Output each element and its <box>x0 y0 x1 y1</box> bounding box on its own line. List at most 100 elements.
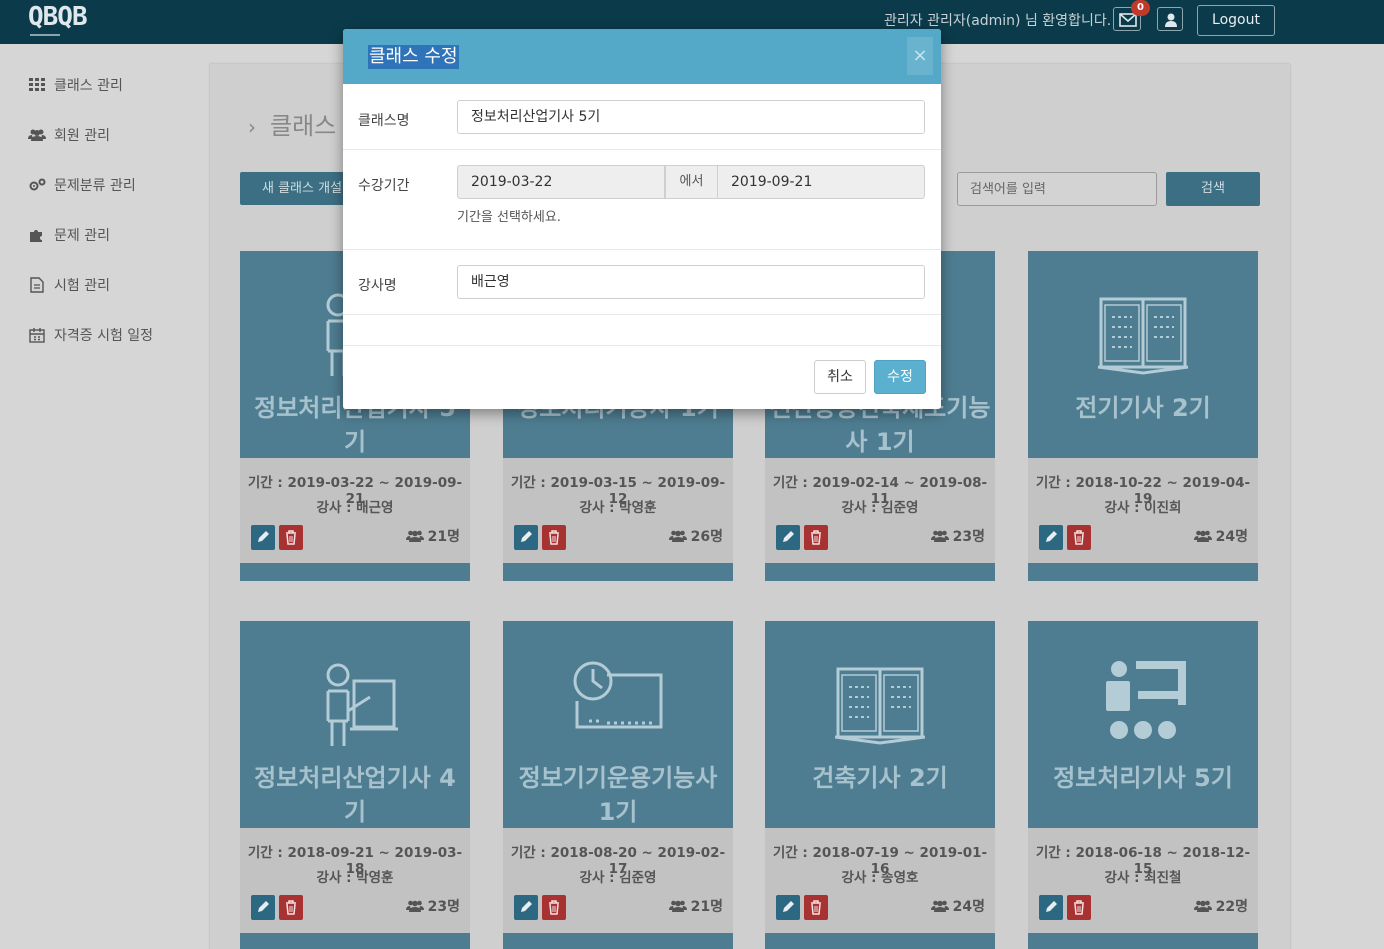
sidebar-item-members[interactable]: 회원 관리 <box>28 123 110 147</box>
teacher-board-icon <box>240 661 470 751</box>
edit-button[interactable] <box>514 895 538 920</box>
sidebar-item-exams[interactable]: 시험 관리 <box>28 273 110 297</box>
member-count: 21명 <box>668 896 723 916</box>
card-thumbnail[interactable]: 전기기사 2기 <box>1028 251 1258 458</box>
book-icon <box>765 661 995 751</box>
logo-underline <box>30 30 60 36</box>
sidebar-item-label: 시험 관리 <box>54 278 110 294</box>
card-footer-bar <box>765 563 995 581</box>
delete-button[interactable] <box>804 525 828 550</box>
sidebar-item-category[interactable]: 문제분류 관리 <box>28 173 136 197</box>
member-count: 23명 <box>405 896 460 916</box>
card-thumbnail[interactable]: 정보처리기사 5기 <box>1028 621 1258 828</box>
page-title: › 클래스 <box>248 112 337 140</box>
divider <box>343 314 941 315</box>
modal-footer-divider <box>343 345 941 346</box>
trash-icon <box>811 900 821 915</box>
sidebar-item-class[interactable]: 클래스 관리 <box>28 73 123 97</box>
users-icon <box>1193 530 1212 542</box>
card-title: 전기기사 2기 <box>1075 394 1211 422</box>
sidebar-item-label: 문제분류 관리 <box>54 178 136 194</box>
card-footer-bar <box>1028 933 1258 949</box>
card-title: 정보처리산업기사 4기 <box>254 764 456 826</box>
member-count: 24명 <box>930 896 985 916</box>
user-button[interactable] <box>1157 7 1183 31</box>
pencil-icon <box>521 901 532 912</box>
gears-icon <box>28 177 46 193</box>
users-icon <box>930 530 949 542</box>
member-count: 23명 <box>930 526 985 546</box>
end-date-field[interactable]: 2019-09-21 <box>717 165 925 199</box>
class-card[interactable]: 전기기사 2기 기간 : 2018-10-22 ~ 2019-04-19 강사 : … <box>1028 251 1258 581</box>
edit-button[interactable] <box>1039 525 1063 550</box>
sidebar-item-questions[interactable]: 문제 관리 <box>28 223 110 247</box>
member-count: 26명 <box>668 526 723 546</box>
divider <box>343 249 941 250</box>
submit-button[interactable]: 수정 <box>874 360 926 394</box>
search-input[interactable] <box>957 172 1157 206</box>
class-name-field[interactable]: 정보처리산업기사 5기 <box>457 100 925 134</box>
card-footer-bar <box>240 933 470 949</box>
class-card[interactable]: 건축기사 2기 기간 : 2018-07-19 ~ 2019-01-16 강사 : … <box>765 621 995 949</box>
card-footer-bar <box>503 933 733 949</box>
search-button[interactable]: 검색 <box>1166 172 1260 206</box>
card-thumbnail[interactable]: 정보처리산업기사 4기 <box>240 621 470 828</box>
edit-button[interactable] <box>251 895 275 920</box>
card-teacher: 강사 : 최진철 <box>1104 870 1182 886</box>
modal-title: 클래스 수정 <box>368 45 459 69</box>
range-separator: 에서 <box>665 165 718 199</box>
member-count: 24명 <box>1193 526 1248 546</box>
delete-button[interactable] <box>1067 525 1091 550</box>
edit-button[interactable] <box>514 525 538 550</box>
card-title: 건축기사 2기 <box>812 764 948 792</box>
edit-button[interactable] <box>776 895 800 920</box>
teacher-field[interactable]: 배근영 <box>457 265 925 299</box>
delete-button[interactable] <box>542 895 566 920</box>
card-teacher: 강사 : 김준영 <box>841 500 919 516</box>
edit-class-modal: 클래스 수정 × 클래스명 정보처리산업기사 5기 수강기간 2019-03-2… <box>343 29 941 409</box>
card-teacher: 강사 : 이진희 <box>1104 500 1182 516</box>
divider <box>343 149 941 150</box>
puzzle-icon <box>28 227 46 243</box>
trash-icon <box>1074 900 1084 915</box>
card-thumbnail[interactable]: 건축기사 2기 <box>765 621 995 828</box>
delete-button[interactable] <box>542 525 566 550</box>
new-class-button[interactable]: 새 클래스 개설 <box>240 172 352 205</box>
class-card[interactable]: 정보기기운용기능사 1기 기간 : 2018-08-20 ~ 2019-02-17… <box>503 621 733 949</box>
logo[interactable]: QBQB <box>28 2 88 32</box>
teacher-label: 강사명 <box>358 278 397 294</box>
class-card[interactable]: 정보처리기사 5기 기간 : 2018-06-18 ~ 2018-12-15 강사 … <box>1028 621 1258 949</box>
pencil-icon <box>521 531 532 542</box>
card-thumbnail[interactable]: 정보기기운용기능사 1기 <box>503 621 733 828</box>
modal-header: 클래스 수정 × <box>343 29 941 84</box>
card-title: 정보기기운용기능사 1기 <box>518 764 718 826</box>
users-icon <box>28 127 46 143</box>
cancel-button[interactable]: 취소 <box>814 360 866 394</box>
card-teacher: 강사 : 배근영 <box>316 500 394 516</box>
sidebar-item-schedule[interactable]: 자격증 시험 일정 <box>28 323 153 347</box>
delete-button[interactable] <box>279 525 303 550</box>
grid-icon <box>28 77 46 93</box>
trash-icon <box>1074 530 1084 545</box>
trash-icon <box>286 900 296 915</box>
trash-icon <box>811 530 821 545</box>
delete-button[interactable] <box>804 895 828 920</box>
edit-button[interactable] <box>776 525 800 550</box>
start-date-field[interactable]: 2019-03-22 <box>457 165 665 199</box>
class-card[interactable]: 정보처리산업기사 4기 기간 : 2018-09-21 ~ 2019-03-18 강… <box>240 621 470 949</box>
card-teacher: 강사 : 송영호 <box>841 870 919 886</box>
users-icon <box>668 530 687 542</box>
users-icon <box>405 900 424 912</box>
delete-button[interactable] <box>279 895 303 920</box>
users-icon <box>930 900 949 912</box>
delete-button[interactable] <box>1067 895 1091 920</box>
edit-button[interactable] <box>251 525 275 550</box>
logout-button[interactable]: Logout <box>1197 5 1275 36</box>
pencil-icon <box>1046 531 1057 542</box>
pencil-icon <box>783 901 794 912</box>
card-footer-bar <box>503 563 733 581</box>
users-icon <box>405 530 424 542</box>
edit-button[interactable] <box>1039 895 1063 920</box>
close-icon[interactable]: × <box>907 37 933 75</box>
pencil-icon <box>783 531 794 542</box>
